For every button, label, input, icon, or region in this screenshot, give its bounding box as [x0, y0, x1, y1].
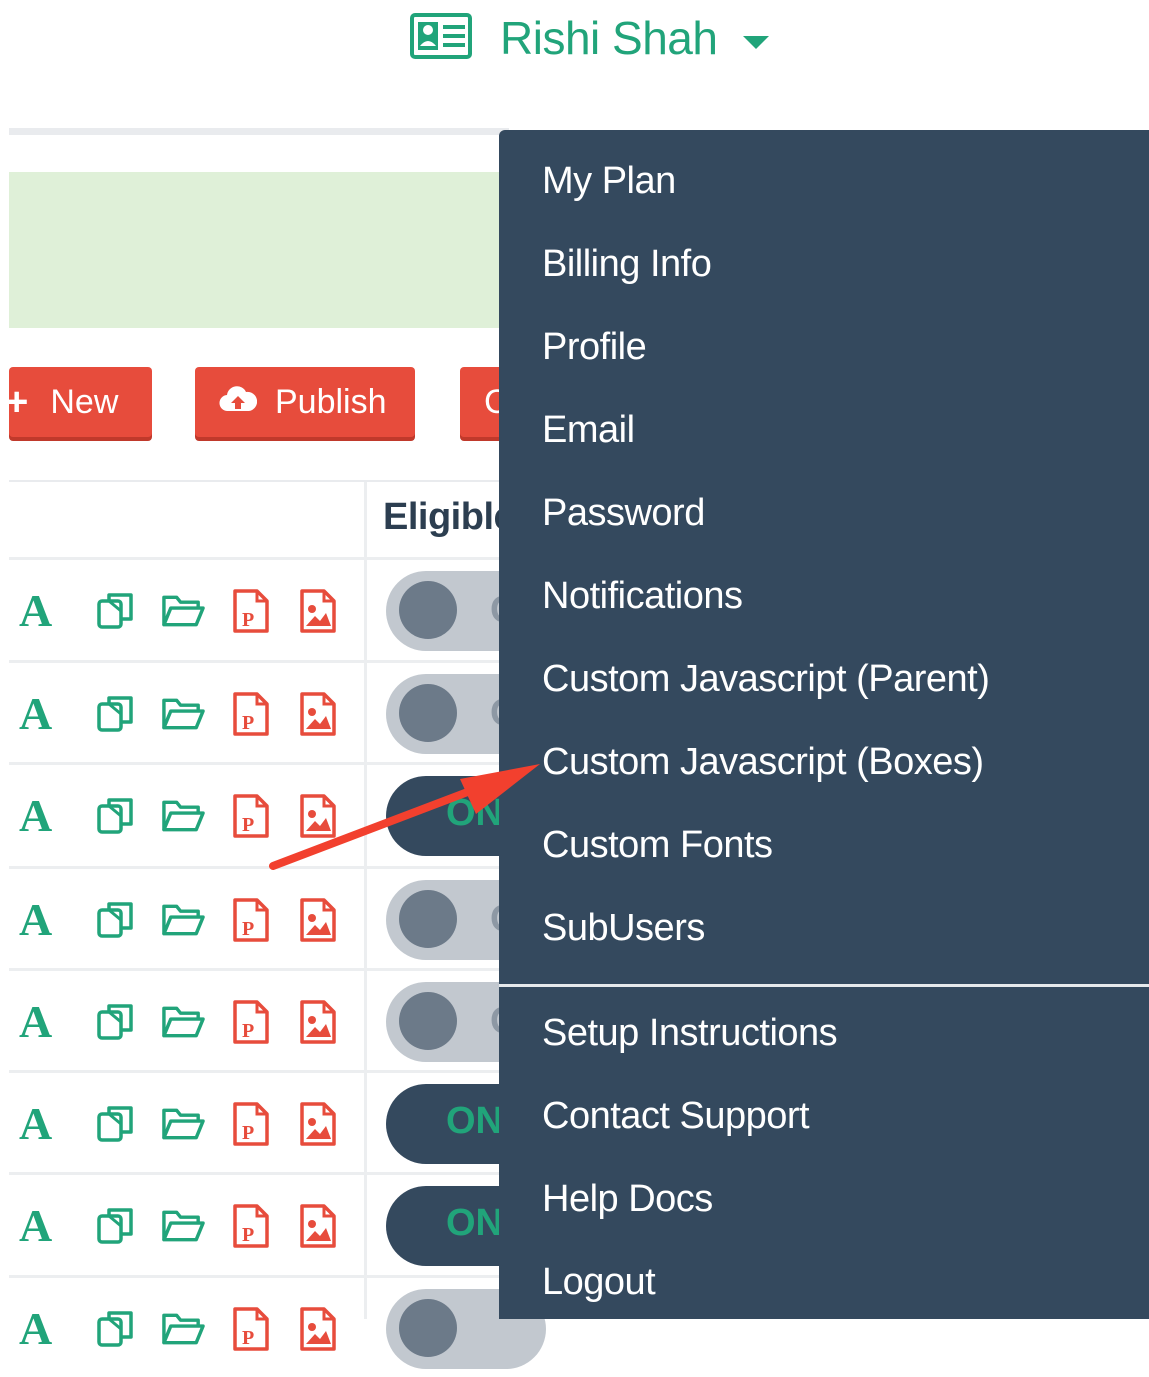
svg-text:P: P — [242, 1327, 254, 1349]
annotation-arrow — [269, 764, 540, 870]
